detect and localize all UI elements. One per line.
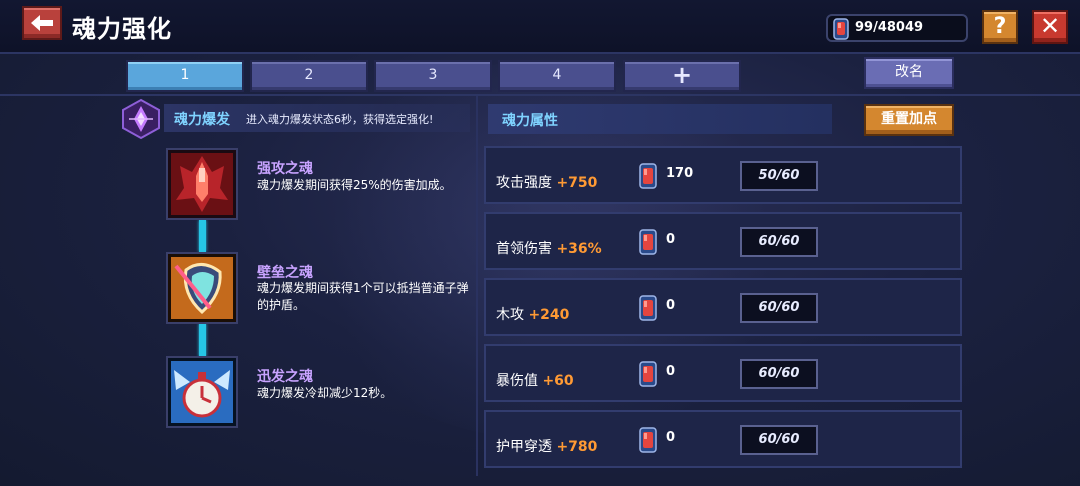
attribute-cost: 0 (666, 430, 676, 445)
panel-top-border (0, 94, 1080, 96)
soul-burst-header: 魂力爆发 进入魂力爆发状态6秒，获得选定强化! (164, 104, 470, 132)
attribute-cost: 170 (666, 166, 694, 181)
attribute-bonus: +36% (556, 241, 602, 257)
attribute-row: 护甲穿透 +780 0 60/60 (484, 410, 962, 468)
attribute-level[interactable]: 60/60 (740, 359, 818, 389)
page-title: 魂力强化 (72, 15, 172, 43)
soul-burst-title: 魂力爆发 (174, 112, 230, 128)
tab-3[interactable]: 3 (374, 60, 492, 92)
attributes-header: 魂力属性 (488, 104, 832, 134)
rename-button[interactable]: 改名 (864, 57, 954, 89)
attribute-label: 攻击强度 +750 (496, 175, 598, 191)
skill-connector (199, 323, 206, 357)
attribute-bonus: +240 (528, 307, 570, 323)
skill-description: 魂力爆发冷却减少12秒。 (257, 386, 393, 400)
attribute-row: 木攻 +240 0 60/60 (484, 278, 962, 336)
red-ship-icon[interactable] (166, 148, 238, 220)
skill-name: 迅发之魂 (257, 369, 313, 385)
soul-currency-display: 99/48049 (826, 14, 968, 42)
panel-divider (476, 96, 478, 476)
arrow-left-icon (31, 15, 53, 31)
skill-connector (199, 220, 206, 252)
top-bar: 魂力强化 99/48049 ? ✕ (0, 0, 1080, 54)
tab-2[interactable]: 2 (250, 60, 368, 92)
stopwatch-icon[interactable] (166, 356, 238, 428)
back-button[interactable] (22, 6, 62, 40)
attribute-label: 暴伤值 +60 (496, 373, 574, 389)
attribute-row: 暴伤值 +60 0 60/60 (484, 344, 962, 402)
soul-burst-icon (122, 98, 160, 140)
soul-gem-icon (639, 295, 657, 321)
close-button[interactable]: ✕ (1032, 10, 1068, 44)
soul-gem-icon (833, 18, 849, 40)
attributes-title: 魂力属性 (502, 113, 558, 129)
skill-name: 强攻之魂 (257, 161, 313, 177)
tab-1[interactable]: 1 (126, 60, 244, 92)
attribute-label: 木攻 +240 (496, 307, 570, 323)
currency-value: 99/48049 (855, 20, 924, 35)
attribute-level[interactable]: 50/60 (740, 161, 818, 191)
soul-gem-icon (639, 361, 657, 387)
soul-gem-icon (639, 427, 657, 453)
tab-4[interactable]: 4 (498, 60, 616, 92)
add-tab-button[interactable]: + (623, 60, 741, 92)
attribute-cost: 0 (666, 364, 676, 379)
attribute-label: 首领伤害 +36% (496, 241, 602, 257)
skill-description: 魂力爆发期间获得25%的伤害加成。 (257, 178, 452, 192)
skill-name: 壁垒之魂 (257, 265, 313, 281)
shield-icon[interactable] (166, 252, 238, 324)
attribute-cost: 0 (666, 298, 676, 313)
attribute-label: 护甲穿透 +780 (496, 439, 598, 455)
attribute-level[interactable]: 60/60 (740, 293, 818, 323)
attribute-bonus: +780 (556, 439, 598, 455)
attribute-row: 首领伤害 +36% 0 60/60 (484, 212, 962, 270)
attribute-level[interactable]: 60/60 (740, 425, 818, 455)
soul-gem-icon (639, 163, 657, 189)
soul-burst-description: 进入魂力爆发状态6秒，获得选定强化! (246, 113, 434, 126)
attribute-bonus: +750 (556, 175, 598, 191)
attribute-row: 攻击强度 +750 170 50/60 (484, 146, 962, 204)
soul-gem-icon (639, 229, 657, 255)
help-button[interactable]: ? (982, 10, 1018, 44)
skill-description: 魂力爆发期间获得1个可以抵挡普通子弹的护盾。 (257, 281, 469, 312)
attribute-bonus: +60 (542, 373, 574, 389)
attribute-level[interactable]: 60/60 (740, 227, 818, 257)
reset-points-button[interactable]: 重置加点 (864, 104, 954, 136)
attribute-cost: 0 (666, 232, 676, 247)
